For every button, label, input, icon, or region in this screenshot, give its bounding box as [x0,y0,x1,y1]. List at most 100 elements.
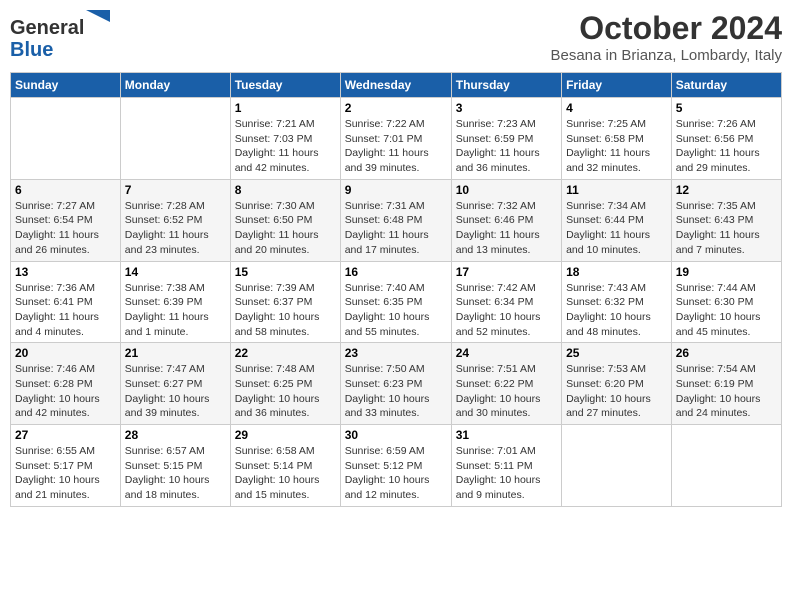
day-info: Sunrise: 7:32 AMSunset: 6:46 PMDaylight:… [456,199,557,258]
logo-icon [86,10,110,34]
day-info: Sunrise: 7:40 AMSunset: 6:35 PMDaylight:… [345,281,447,340]
day-number: 9 [345,183,447,197]
day-info: Sunrise: 7:53 AMSunset: 6:20 PMDaylight:… [566,362,667,421]
calendar-cell: 1 Sunrise: 7:21 AMSunset: 7:03 PMDaylight… [230,98,340,180]
day-number: 31 [456,428,557,442]
day-number: 26 [676,346,777,360]
day-info: Sunrise: 6:57 AMSunset: 5:15 PMDaylight:… [125,444,226,503]
day-number: 4 [566,101,667,115]
calendar-cell: 27Sunrise: 6:55 AMSunset: 5:17 PMDayligh… [11,425,121,507]
calendar-cell: 19 Sunrise: 7:44 AMSunset: 6:30 PMDayligh… [671,261,781,343]
logo-text: General [10,10,110,39]
calendar-cell: 13Sunrise: 7:36 AMSunset: 6:41 PMDayligh… [11,261,121,343]
weekday-header-tuesday: Tuesday [230,73,340,98]
day-info: Sunrise: 7:54 AMSunset: 6:19 PMDaylight:… [676,362,777,421]
day-number: 25 [566,346,667,360]
calendar-cell: 15 Sunrise: 7:39 AMSunset: 6:37 PMDayligh… [230,261,340,343]
day-info: Sunrise: 7:35 AMSunset: 6:43 PMDaylight:… [676,199,777,258]
day-number: 7 [125,183,226,197]
day-info: Sunrise: 7:44 AMSunset: 6:30 PMDaylight:… [676,281,777,340]
calendar-cell: 11Sunrise: 7:34 AMSunset: 6:44 PMDayligh… [562,179,672,261]
calendar-week-5: 27Sunrise: 6:55 AMSunset: 5:17 PMDayligh… [11,425,782,507]
day-info: Sunrise: 7:23 AMSunset: 6:59 PMDaylight:… [456,117,557,176]
day-info: Sunrise: 7:47 AMSunset: 6:27 PMDaylight:… [125,362,226,421]
day-number: 3 [456,101,557,115]
weekday-header-row: SundayMondayTuesdayWednesdayThursdayFrid… [11,73,782,98]
day-number: 11 [566,183,667,197]
day-number: 19 [676,265,777,279]
day-info: Sunrise: 7:28 AMSunset: 6:52 PMDaylight:… [125,199,226,258]
calendar-cell: 22 Sunrise: 7:48 AMSunset: 6:25 PMDayligh… [230,343,340,425]
calendar-cell: 3 Sunrise: 7:23 AMSunset: 6:59 PMDaylight… [451,98,561,180]
calendar-cell: 2 Sunrise: 7:22 AMSunset: 7:01 PMDaylight… [340,98,451,180]
calendar-cell [120,98,230,180]
day-number: 29 [235,428,336,442]
day-info: Sunrise: 7:31 AMSunset: 6:48 PMDaylight:… [345,199,447,258]
day-number: 22 [235,346,336,360]
day-number: 16 [345,265,447,279]
logo-general: General [10,17,84,39]
calendar-cell: 21 Sunrise: 7:47 AMSunset: 6:27 PMDayligh… [120,343,230,425]
day-number: 12 [676,183,777,197]
location: Besana in Brianza, Lombardy, Italy [550,47,782,64]
day-number: 15 [235,265,336,279]
calendar-cell [11,98,121,180]
day-number: 30 [345,428,447,442]
day-info: Sunrise: 7:21 AMSunset: 7:03 PMDaylight:… [235,117,336,176]
weekday-header-monday: Monday [120,73,230,98]
month-title: October 2024 [550,10,782,47]
day-info: Sunrise: 7:38 AMSunset: 6:39 PMDaylight:… [125,281,226,340]
calendar-cell: 12 Sunrise: 7:35 AMSunset: 6:43 PMDayligh… [671,179,781,261]
calendar-cell: 29Sunrise: 6:58 AMSunset: 5:14 PMDayligh… [230,425,340,507]
day-info: Sunrise: 7:48 AMSunset: 6:25 PMDaylight:… [235,362,336,421]
day-number: 2 [345,101,447,115]
calendar-cell: 24Sunrise: 7:51 AMSunset: 6:22 PMDayligh… [451,343,561,425]
day-number: 1 [235,101,336,115]
calendar-week-1: 1 Sunrise: 7:21 AMSunset: 7:03 PMDaylight… [11,98,782,180]
day-info: Sunrise: 7:22 AMSunset: 7:01 PMDaylight:… [345,117,447,176]
day-number: 8 [235,183,336,197]
logo-blue-text: Blue [10,39,110,61]
day-number: 21 [125,346,226,360]
calendar-cell: 5Sunrise: 7:26 AMSunset: 6:56 PMDaylight… [671,98,781,180]
logo: General Blue [10,10,110,61]
day-number: 24 [456,346,557,360]
day-info: Sunrise: 7:26 AMSunset: 6:56 PMDaylight:… [676,117,777,176]
day-info: Sunrise: 7:39 AMSunset: 6:37 PMDaylight:… [235,281,336,340]
page-header: General Blue October 2024 Besana in Bria… [10,10,782,64]
calendar-cell: 4Sunrise: 7:25 AMSunset: 6:58 PMDaylight… [562,98,672,180]
day-number: 23 [345,346,447,360]
day-info: Sunrise: 7:46 AMSunset: 6:28 PMDaylight:… [15,362,116,421]
day-number: 17 [456,265,557,279]
day-number: 14 [125,265,226,279]
day-info: Sunrise: 7:42 AMSunset: 6:34 PMDaylight:… [456,281,557,340]
day-info: Sunrise: 7:36 AMSunset: 6:41 PMDaylight:… [15,281,116,340]
day-info: Sunrise: 6:55 AMSunset: 5:17 PMDaylight:… [15,444,116,503]
calendar-cell: 20 Sunrise: 7:46 AMSunset: 6:28 PMDayligh… [11,343,121,425]
weekday-header-sunday: Sunday [11,73,121,98]
day-number: 10 [456,183,557,197]
title-block: October 2024 Besana in Brianza, Lombardy… [550,10,782,64]
calendar-cell: 8Sunrise: 7:30 AMSunset: 6:50 PMDaylight… [230,179,340,261]
day-number: 28 [125,428,226,442]
day-number: 20 [15,346,116,360]
calendar-cell: 28 Sunrise: 6:57 AMSunset: 5:15 PMDayligh… [120,425,230,507]
calendar-week-3: 13Sunrise: 7:36 AMSunset: 6:41 PMDayligh… [11,261,782,343]
calendar-cell: 14 Sunrise: 7:38 AMSunset: 6:39 PMDayligh… [120,261,230,343]
calendar-cell [671,425,781,507]
calendar-cell: 30Sunrise: 6:59 AMSunset: 5:12 PMDayligh… [340,425,451,507]
calendar-cell: 7 Sunrise: 7:28 AMSunset: 6:52 PMDaylight… [120,179,230,261]
calendar-cell: 26 Sunrise: 7:54 AMSunset: 6:19 PMDayligh… [671,343,781,425]
weekday-header-thursday: Thursday [451,73,561,98]
calendar-cell: 10 Sunrise: 7:32 AMSunset: 6:46 PMDayligh… [451,179,561,261]
calendar-cell: 9 Sunrise: 7:31 AMSunset: 6:48 PMDaylight… [340,179,451,261]
calendar-cell: 6 Sunrise: 7:27 AMSunset: 6:54 PMDaylight… [11,179,121,261]
day-number: 6 [15,183,116,197]
logo-blue: Blue [10,39,53,61]
calendar-cell: 25 Sunrise: 7:53 AMSunset: 6:20 PMDayligh… [562,343,672,425]
calendar-table: SundayMondayTuesdayWednesdayThursdayFrid… [10,72,782,507]
weekday-header-friday: Friday [562,73,672,98]
day-info: Sunrise: 7:43 AMSunset: 6:32 PMDaylight:… [566,281,667,340]
day-info: Sunrise: 7:01 AMSunset: 5:11 PMDaylight:… [456,444,557,503]
day-info: Sunrise: 7:27 AMSunset: 6:54 PMDaylight:… [15,199,116,258]
